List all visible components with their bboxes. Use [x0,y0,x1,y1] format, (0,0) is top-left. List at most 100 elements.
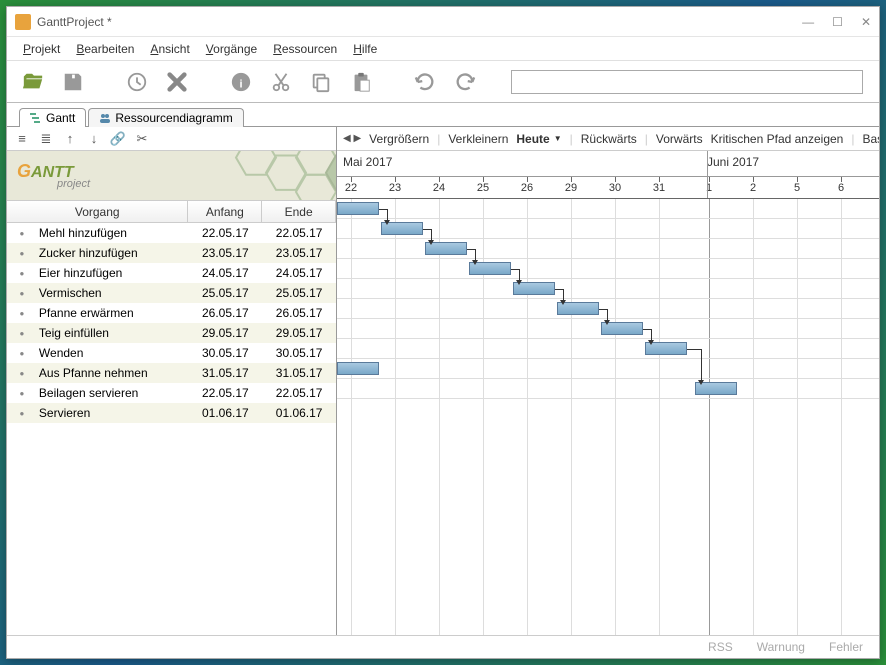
undo-button[interactable] [411,68,439,96]
task-start: 29.05.17 [188,326,262,340]
tab-gantt[interactable]: Gantt [19,108,86,127]
zoom-in-button[interactable]: Vergrößern [369,132,429,146]
bullet-icon: ● [7,249,37,258]
table-row[interactable]: ● Eier hinzufügen 24.05.17 24.05.17 [7,263,336,283]
task-start: 01.06.17 [188,406,262,420]
indent-icon[interactable]: ≣ [37,131,55,147]
tick-label: 31 [653,182,665,194]
timeline-header: Mai 2017 Juni 2017 22232425262930311256 [337,151,879,199]
menu-ansicht[interactable]: Ansicht [150,42,189,56]
bullet-icon: ● [7,309,37,318]
redo-button[interactable] [451,68,479,96]
history-button[interactable] [123,68,151,96]
today-dropdown-icon[interactable]: ▼ [554,134,562,143]
table-row[interactable]: ● Zucker hinzufügen 23.05.17 23.05.17 [7,243,336,263]
search-input[interactable] [511,70,863,94]
task-panel: ≡ ≣ ↑ ↓ 🔗 ✂ GANTT project Vorgang Anfang… [7,127,337,635]
status-err[interactable]: Fehler [829,640,863,654]
minimize-button[interactable]: — [802,15,814,29]
gantt-row [337,379,879,399]
bullet-icon: ● [7,389,37,398]
table-row[interactable]: ● Aus Pfanne nehmen 31.05.17 31.05.17 [7,363,336,383]
critical-path-button[interactable]: Kritischen Pfad anzeigen [711,132,844,146]
movedown-icon[interactable]: ↓ [85,131,103,146]
copy-button[interactable] [307,68,335,96]
content: ≡ ≣ ↑ ↓ 🔗 ✂ GANTT project Vorgang Anfang… [7,127,879,636]
logo-g: G [17,161,31,181]
svg-text:i: i [239,78,242,90]
gantt-bar[interactable] [337,202,379,215]
task-start: 31.05.17 [188,366,262,380]
task-name: Pfanne erwärmen [37,306,189,320]
task-name: Zucker hinzufügen [37,246,189,260]
forward-button[interactable]: Vorwärts [656,132,703,146]
task-start: 25.05.17 [188,286,262,300]
task-start: 23.05.17 [188,246,262,260]
col-anfang[interactable]: Anfang [188,201,262,222]
table-row[interactable]: ● Teig einfüllen 29.05.17 29.05.17 [7,323,336,343]
menu-bearbeiten[interactable]: Bearbeiten [76,42,134,56]
gantt-row [337,199,879,219]
task-name: Eier hinzufügen [37,266,189,280]
task-header: Vorgang Anfang Ende [7,201,336,223]
baseline-button[interactable]: Basisp [862,132,879,146]
link-icon[interactable]: 🔗 [109,131,127,147]
app-window: GanttProject * — ☐ ✕ Projekt Bearbeiten … [6,6,880,659]
menu-projekt[interactable]: Projekt [23,42,60,56]
status-warn[interactable]: Warnung [757,640,805,654]
menu-hilfe[interactable]: Hilfe [353,42,377,56]
tab-resource-label: Ressourcendiagramm [115,111,232,125]
paste-button[interactable] [347,68,375,96]
delete-button[interactable] [163,68,191,96]
table-row[interactable]: ● Servieren 01.06.17 01.06.17 [7,403,336,423]
window-title: GanttProject * [37,15,802,29]
month-may: Mai 2017 [343,155,392,169]
menu-vorgaenge[interactable]: Vorgänge [206,42,257,56]
tab-resource[interactable]: Ressourcendiagramm [88,108,243,127]
info-button[interactable]: i [227,68,255,96]
gantt-row [337,299,879,319]
table-row[interactable]: ● Vermischen 25.05.17 25.05.17 [7,283,336,303]
gantt-row [337,279,879,299]
back-button[interactable]: Rückwärts [581,132,637,146]
task-name: Aus Pfanne nehmen [37,366,189,380]
menu-ressourcen[interactable]: Ressourcen [273,42,337,56]
open-button[interactable] [19,68,47,96]
tabbar: Gantt Ressourcendiagramm [7,103,879,127]
bullet-icon: ● [7,369,37,378]
bullet-icon: ● [7,409,37,418]
outdent-icon[interactable]: ≡ [13,131,31,146]
cut-button[interactable] [267,68,295,96]
zoom-out-button[interactable]: Verkleinern [448,132,508,146]
toolbar: i [7,61,879,103]
bullet-icon: ● [7,329,37,338]
status-rss[interactable]: RSS [708,640,733,654]
gantt-row [337,259,879,279]
col-vorgang[interactable]: Vorgang [7,201,188,222]
save-button[interactable] [59,68,87,96]
task-end: 31.05.17 [262,366,336,380]
task-name: Wenden [37,346,189,360]
logo: GANTT project [7,151,336,201]
task-list: ● Mehl hinzufügen 22.05.17 22.05.17● Zuc… [7,223,336,635]
app-icon [15,14,31,30]
today-button[interactable]: Heute [516,132,549,146]
table-row[interactable]: ● Pfanne erwärmen 26.05.17 26.05.17 [7,303,336,323]
close-button[interactable]: ✕ [861,15,871,29]
unlink-icon[interactable]: ✂ [133,131,151,147]
task-end: 24.05.17 [262,266,336,280]
bullet-icon: ● [7,289,37,298]
maximize-button[interactable]: ☐ [832,15,843,29]
table-row[interactable]: ● Wenden 30.05.17 30.05.17 [7,343,336,363]
table-row[interactable]: ● Beilagen servieren 22.05.17 22.05.17 [7,383,336,403]
tick-label: 22 [345,182,357,194]
tick-label: 30 [609,182,621,194]
table-row[interactable]: ● Mehl hinzufügen 22.05.17 22.05.17 [7,223,336,243]
moveup-icon[interactable]: ↑ [61,131,79,146]
collapse-icon[interactable]: ◀ ▶ [343,133,361,144]
task-name: Mehl hinzufügen [37,226,189,240]
gantt-row [337,359,879,379]
gantt-bar[interactable] [337,362,379,375]
gantt-chart[interactable] [337,199,879,635]
col-ende[interactable]: Ende [262,201,336,222]
